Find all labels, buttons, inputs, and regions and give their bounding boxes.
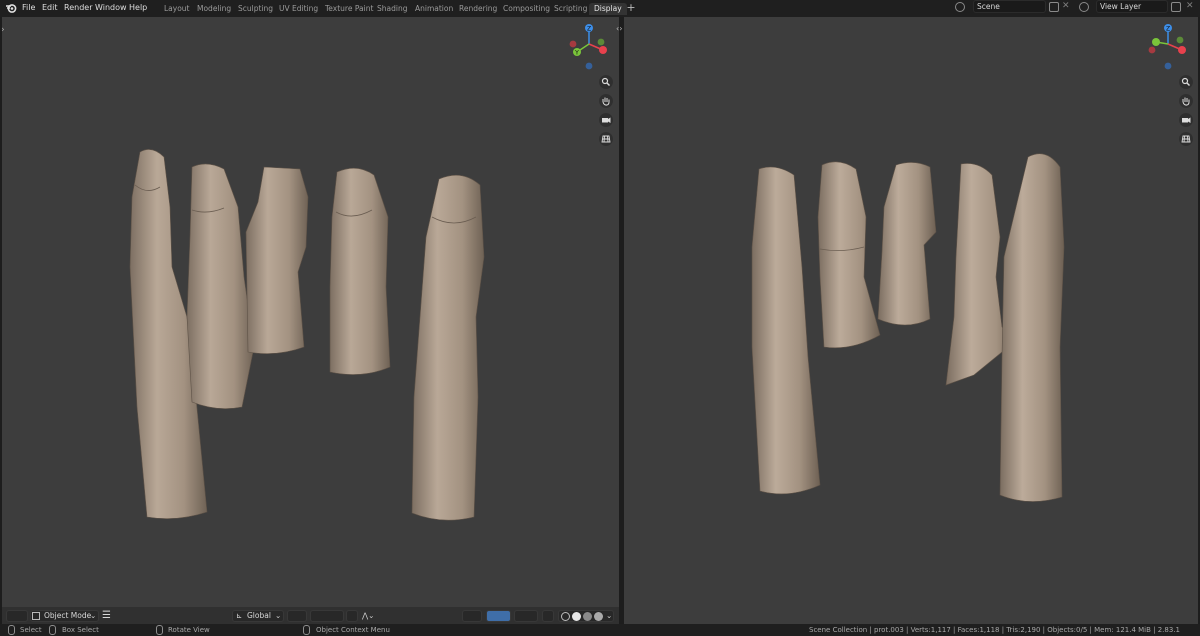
viewport-header-right xyxy=(624,607,1198,624)
finger-mesh xyxy=(817,161,881,349)
tab-compositing[interactable]: Compositing xyxy=(498,3,555,15)
finger-mesh xyxy=(877,162,937,326)
tab-animation[interactable]: Animation xyxy=(410,3,458,15)
blender-logo-icon[interactable] xyxy=(5,2,17,14)
gizmo-z-label: Z xyxy=(587,26,591,33)
status-rotate-view: Rotate View xyxy=(168,626,210,634)
menu-render[interactable]: Render xyxy=(64,3,92,12)
viewport-right[interactable]: Z xyxy=(624,17,1198,624)
snap-toggle[interactable] xyxy=(310,610,344,622)
chevron-down-icon[interactable]: ⌄ xyxy=(606,610,612,622)
rendered-shading-icon[interactable] xyxy=(594,612,603,621)
finger-mesh xyxy=(411,174,485,521)
top-bar: File Edit Render Window Help Layout Mode… xyxy=(0,0,1200,17)
gizmo-z-label: Z xyxy=(1166,26,1170,33)
status-box-select: Box Select xyxy=(62,626,99,634)
finger-mesh xyxy=(245,166,309,354)
tab-modeling[interactable]: Modeling xyxy=(192,3,236,15)
xray-toggle[interactable] xyxy=(542,610,554,622)
editor-type-icon[interactable] xyxy=(6,610,28,622)
mouse-right-icon xyxy=(303,625,310,635)
finger-models-left xyxy=(129,149,485,521)
finger-models-right xyxy=(751,153,1065,502)
pan-hand-icon[interactable] xyxy=(599,94,613,108)
solid-shading-icon[interactable] xyxy=(572,612,581,621)
tab-sculpting[interactable]: Sculpting xyxy=(233,3,278,15)
scene-statistics: Scene Collection | prot.003 | Verts:1,11… xyxy=(809,626,1180,634)
visibility-selector[interactable] xyxy=(462,610,482,622)
delete-view-layer-icon[interactable]: ✕ xyxy=(1186,1,1194,11)
overlay-toggle[interactable] xyxy=(514,610,538,622)
viewport-header-left: Object Mode ⌄ ☰ ⊾ Global ⌄ ⋀⌄ ⌄ xyxy=(2,607,619,624)
navigation-gizmo[interactable]: Z Y xyxy=(567,22,611,72)
tab-rendering[interactable]: Rendering xyxy=(454,3,502,15)
view-layer-field[interactable]: View Layer xyxy=(1096,0,1168,13)
menu-window[interactable]: Window xyxy=(95,3,127,12)
gizmo-toggle[interactable] xyxy=(486,610,511,622)
status-select: Select xyxy=(20,626,42,634)
tab-shading[interactable]: Shading xyxy=(372,3,412,15)
add-workspace-icon[interactable]: + xyxy=(625,2,637,14)
camera-view-icon[interactable] xyxy=(599,113,613,127)
new-view-layer-icon[interactable] xyxy=(1171,2,1181,12)
proportional-edit-toggle[interactable] xyxy=(346,610,358,622)
scene-icon[interactable] xyxy=(955,2,965,12)
mouse-left-icon xyxy=(8,625,15,635)
tab-display[interactable]: Display xyxy=(589,3,627,15)
camera-view-icon[interactable] xyxy=(1179,113,1193,127)
perspective-grid-icon[interactable] xyxy=(599,132,613,146)
transform-orientation-label: Global xyxy=(247,611,271,620)
chevron-down-icon: ⌄ xyxy=(275,611,282,620)
wireframe-shading-icon[interactable] xyxy=(561,612,570,621)
navigation-gizmo[interactable]: Z xyxy=(1146,22,1190,72)
pivot-point-selector[interactable] xyxy=(287,610,307,622)
menu-edit[interactable]: Edit xyxy=(42,3,58,12)
tab-scripting[interactable]: Scripting xyxy=(549,3,592,15)
menu-file[interactable]: File xyxy=(22,3,35,12)
menu-hamburger-icon[interactable]: ☰ xyxy=(102,610,111,622)
tab-texture-paint[interactable]: Texture Paint xyxy=(320,3,378,15)
view-layer-icon[interactable] xyxy=(1079,2,1089,12)
finger-mesh xyxy=(999,153,1065,502)
object-mode-icon xyxy=(32,612,40,620)
mode-selector-label: Object Mode xyxy=(44,611,92,620)
status-context-menu: Object Context Menu xyxy=(316,626,390,634)
menu-help[interactable]: Help xyxy=(129,3,147,12)
tab-layout[interactable]: Layout xyxy=(159,3,195,15)
pan-hand-icon[interactable] xyxy=(1179,94,1193,108)
finger-mesh xyxy=(329,167,391,375)
finger-mesh xyxy=(186,163,255,409)
tab-uv-editing[interactable]: UV Editing xyxy=(274,3,323,15)
zoom-icon[interactable] xyxy=(1179,75,1193,89)
delete-scene-icon[interactable]: ✕ xyxy=(1062,1,1070,11)
chevron-down-icon: ⌄ xyxy=(90,611,97,620)
finger-mesh xyxy=(751,166,821,495)
perspective-grid-icon[interactable] xyxy=(1179,132,1193,146)
orientation-icon: ⊾ xyxy=(236,611,243,620)
viewport-left[interactable]: › Z Y xyxy=(2,17,619,624)
new-scene-icon[interactable] xyxy=(1049,2,1059,12)
mouse-drag-icon xyxy=(49,625,56,635)
material-shading-icon[interactable] xyxy=(583,612,592,621)
zoom-icon[interactable] xyxy=(599,75,613,89)
mouse-middle-icon xyxy=(156,625,163,635)
gizmo-y-label: Y xyxy=(574,50,579,57)
status-bar: Select Box Select Rotate View Object Con… xyxy=(0,624,1200,636)
scene-name-field[interactable]: Scene xyxy=(973,0,1046,13)
falloff-icon[interactable]: ⋀⌄ xyxy=(362,610,374,622)
